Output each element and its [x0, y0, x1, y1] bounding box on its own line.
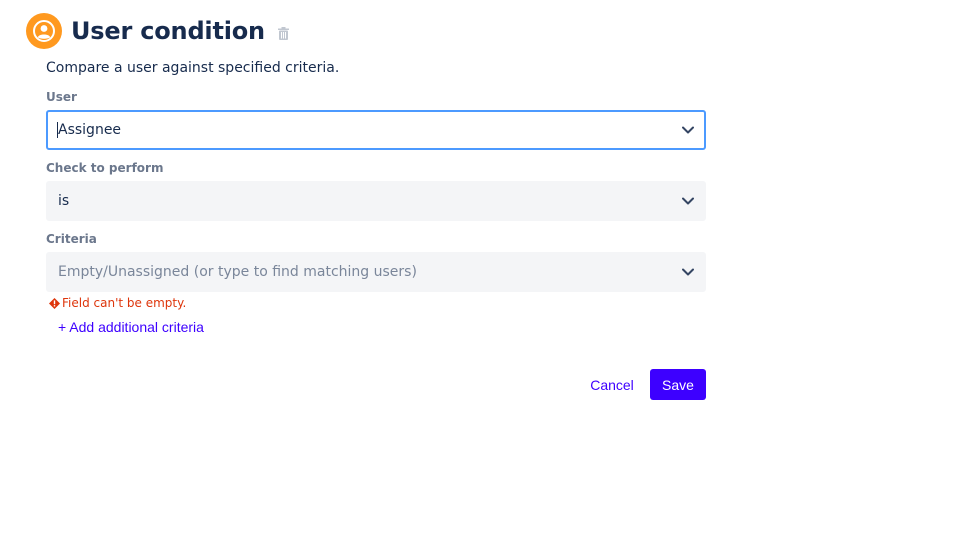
error-icon: [49, 297, 60, 309]
cancel-button[interactable]: Cancel: [580, 369, 644, 400]
user-circle-icon: [26, 13, 62, 49]
check-select-value: is: [58, 193, 70, 209]
user-select[interactable]: Assignee: [46, 110, 706, 150]
check-field-label: Check to perform: [46, 161, 164, 175]
chevron-down-icon[interactable]: [678, 262, 698, 282]
add-criteria-link[interactable]: + Add additional criteria: [58, 319, 204, 335]
criteria-select[interactable]: Empty/Unassigned (or type to find matchi…: [46, 252, 706, 292]
save-button[interactable]: Save: [650, 369, 706, 400]
user-field-label: User: [46, 90, 77, 104]
check-select[interactable]: is: [46, 181, 706, 221]
trash-icon[interactable]: [277, 26, 289, 40]
error-text: Field can't be empty.: [62, 296, 187, 310]
text-caret: [57, 122, 58, 138]
description: Compare a user against specified criteri…: [46, 60, 340, 76]
chevron-down-icon[interactable]: [678, 191, 698, 211]
criteria-field-label: Criteria: [46, 232, 97, 246]
page-title: User condition: [71, 17, 265, 45]
chevron-down-icon[interactable]: [678, 120, 698, 140]
error-message: Field can't be empty.: [49, 296, 186, 310]
header: User condition: [26, 13, 289, 49]
criteria-select-placeholder: Empty/Unassigned (or type to find matchi…: [58, 264, 417, 280]
user-select-value: Assignee: [58, 122, 122, 138]
